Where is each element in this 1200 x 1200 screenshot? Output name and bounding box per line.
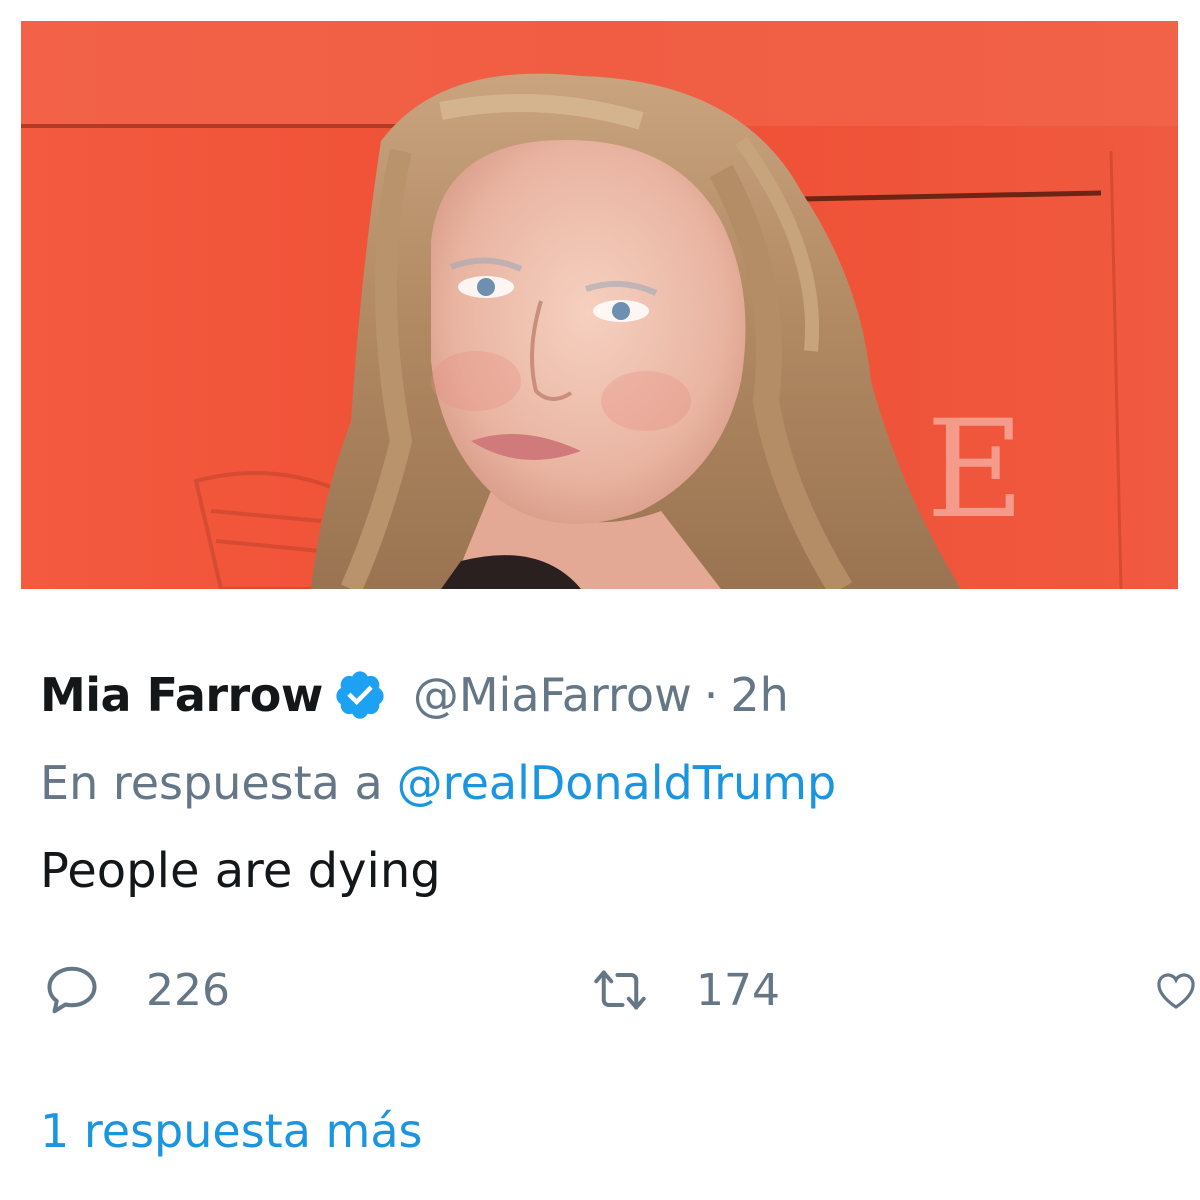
separator-dot: · (703, 668, 719, 722)
retweet-button[interactable]: 174 (590, 950, 780, 1030)
author-name[interactable]: Mia Farrow (40, 668, 323, 722)
backdrop-letter: E (926, 391, 1025, 548)
tweet-screenshot: E Mia Farrow @MiaFarrow · 2h En respuest… (0, 0, 1200, 1200)
retweet-count: 174 (696, 964, 780, 1016)
like-button[interactable] (1152, 950, 1200, 1030)
retweet-icon (594, 970, 646, 1010)
tweet-text: People are dying (40, 843, 441, 899)
more-replies-link[interactable]: 1 respuesta más (40, 1096, 423, 1166)
author-handle[interactable]: @MiaFarrow (413, 668, 692, 722)
verified-badge-icon (333, 668, 387, 722)
portrait-photo: E (21, 21, 1178, 589)
reply-prefix: En respuesta a (40, 756, 383, 810)
reply-button[interactable]: 226 (42, 950, 230, 1030)
tweet-header: Mia Farrow @MiaFarrow · 2h (40, 660, 789, 730)
portrait-illustration: E (21, 21, 1178, 589)
tweet-time[interactable]: 2h (730, 668, 788, 722)
like-icon (1157, 973, 1195, 1009)
reply-count: 226 (146, 964, 230, 1016)
reply-icon (47, 966, 97, 1014)
reply-to-mention[interactable]: @realDonaldTrump (397, 756, 836, 810)
reply-context: En respuesta a @realDonaldTrump (40, 748, 836, 818)
